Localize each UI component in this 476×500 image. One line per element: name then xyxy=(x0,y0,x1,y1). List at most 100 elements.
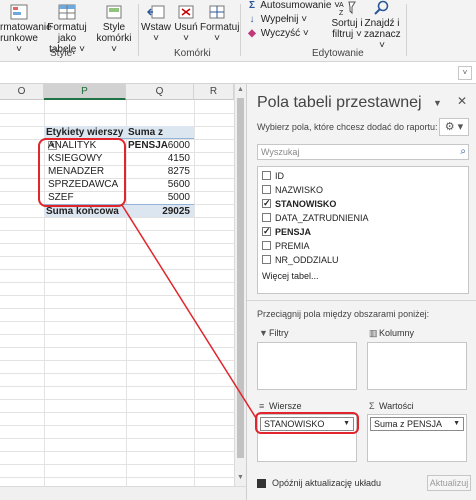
field-list: ID NAZWISKO ✓ STANOWISKO DATA_ZATRUDNIENIA ✓ P… xyxy=(257,166,469,294)
layout-settings-button[interactable]: ⚙ ▾ xyxy=(439,118,469,136)
field-item[interactable]: PREMIA xyxy=(262,240,310,252)
autosum-button[interactable]: Σ Autosumowanie ˅ xyxy=(246,0,340,11)
field-label: STANOWISKO xyxy=(275,199,337,209)
field-search-input[interactable]: Wyszukaj ⌕ xyxy=(257,144,469,160)
autosum-label: Autosumowanie ˅ xyxy=(260,0,341,11)
delete-button[interactable]: Usuń ˅ xyxy=(172,4,200,44)
defer-update-checkbox[interactable] xyxy=(257,479,266,489)
values-drop-area[interactable]: Suma z PENSJA ▼ xyxy=(367,414,467,462)
field-item[interactable]: ✓ PENSJA xyxy=(262,226,311,238)
expand-formula-bar-icon[interactable]: ˅ xyxy=(458,66,472,80)
field-item[interactable]: ✓ STANOWISKO xyxy=(262,198,336,210)
cell-styles-button[interactable]: Style komórki ˅ xyxy=(94,4,134,55)
column-header-q[interactable]: Q xyxy=(126,84,194,100)
grid-line xyxy=(0,438,234,439)
drag-hint: Przeciągnij pola między obszarami poniże… xyxy=(257,309,430,319)
find-select-button[interactable]: Znajdź i zaznacz ˅ xyxy=(364,0,401,51)
columns-drop-area[interactable] xyxy=(367,342,467,390)
sort-filter-label-1: Sortuj i xyxy=(331,18,363,29)
horizontal-scrollbar[interactable] xyxy=(0,486,246,500)
checkbox-icon[interactable] xyxy=(262,185,271,195)
cell-styles-icon xyxy=(106,5,122,19)
field-label: NAZWISKO xyxy=(275,185,324,195)
field-label: DATA_ZATRUDNIENIA xyxy=(275,213,369,223)
pane-options-icon[interactable]: ▼ xyxy=(433,98,442,108)
field-item[interactable]: NAZWISKO xyxy=(262,184,323,196)
values-field-pill[interactable]: Suma z PENSJA ▼ xyxy=(370,417,464,431)
magnifier-icon xyxy=(374,0,389,15)
rows-label-text: Wiersze xyxy=(269,401,302,411)
find-select-label-1: Znajdź i xyxy=(364,18,400,29)
pivot-row-value[interactable]: 4150 xyxy=(126,152,194,165)
ribbon-separator xyxy=(240,4,241,56)
format-button[interactable]: Formatuj ˅ xyxy=(200,4,239,44)
clear-label: Wyczyść ˅ xyxy=(260,28,309,39)
checked-checkbox-icon[interactable]: ✓ xyxy=(262,199,271,209)
grid-line xyxy=(0,321,234,322)
grid-line xyxy=(0,256,234,257)
defer-update-row[interactable]: Opóźnij aktualizację układu xyxy=(257,478,382,489)
insert-dropdown-icon: ˅ xyxy=(153,33,159,44)
checkbox-icon[interactable] xyxy=(262,241,271,251)
fill-label: Wypełnij ˅ xyxy=(260,14,308,25)
grid-line xyxy=(0,230,234,231)
pivot-row-value[interactable]: 5000 xyxy=(126,191,194,204)
pivot-row-value[interactable]: 8275 xyxy=(126,165,194,178)
svg-text:A: A xyxy=(339,2,344,9)
filters-drop-area[interactable] xyxy=(257,342,357,390)
scrollbar-thumb[interactable] xyxy=(237,98,244,458)
column-header-r[interactable]: R xyxy=(194,84,234,100)
pivot-value-header[interactable]: Suma z PENSJA xyxy=(126,126,194,151)
search-icon[interactable]: ⌕ xyxy=(460,145,466,159)
column-header-o[interactable]: O xyxy=(0,84,44,100)
field-item[interactable]: ID xyxy=(262,170,284,182)
column-header-p[interactable]: P xyxy=(44,84,126,100)
checked-checkbox-icon[interactable]: ✓ xyxy=(262,227,271,237)
style-group-label: Style xyxy=(50,48,73,59)
checkbox-icon[interactable] xyxy=(262,213,271,223)
grid-line xyxy=(0,308,234,309)
insert-cells-icon xyxy=(147,5,165,19)
sigma-icon: Σ xyxy=(369,401,375,411)
conditional-formatting-label-2: runkowe ˅ xyxy=(0,33,38,55)
scroll-up-icon[interactable]: ▲ xyxy=(235,84,246,95)
defer-update-label: Opóźnij aktualizację układu xyxy=(272,478,382,488)
rows-icon: ≡ xyxy=(259,401,265,411)
pivot-row-value[interactable]: 5600 xyxy=(126,178,194,191)
vertical-scrollbar[interactable]: ▲ ▼ xyxy=(234,84,246,486)
conditional-formatting-button[interactable]: rmatowanie runkowe ˅ xyxy=(0,4,52,55)
scroll-down-icon[interactable]: ▼ xyxy=(235,472,246,483)
delete-cells-icon xyxy=(178,5,194,19)
field-item[interactable]: DATA_ZATRUDNIENIA xyxy=(262,212,369,224)
update-button[interactable]: Aktualizuj xyxy=(427,475,471,491)
sort-filter-icon: AZ xyxy=(339,1,356,16)
filters-label-text: Filtry xyxy=(269,328,289,338)
field-item[interactable]: NR_ODDZIALU xyxy=(262,254,339,266)
insert-button[interactable]: Wstaw ˅ xyxy=(140,4,172,44)
cell-styles-label-2: komórki ˅ xyxy=(96,33,132,55)
format-cells-icon xyxy=(209,5,225,19)
formula-bar: ˅ xyxy=(0,62,476,84)
insert-label: Wstaw xyxy=(141,22,171,33)
filters-area-label: ▼Filtry xyxy=(259,328,289,338)
pivot-row-value[interactable]: 6000 xyxy=(126,139,194,152)
checkbox-icon[interactable] xyxy=(262,255,271,265)
grid-line xyxy=(0,451,234,452)
pivot-row-header-label: Etykiety wierszy xyxy=(46,127,124,138)
cells-group-label: Komórki xyxy=(174,48,211,59)
fill-button[interactable]: ↓ Wypełnij ˅ xyxy=(246,14,308,25)
pivot-total-value[interactable]: 29025 xyxy=(126,204,194,217)
sort-filter-button[interactable]: AZ Sortuj i filtruj ˅ xyxy=(330,0,364,40)
field-label: PENSJA xyxy=(275,227,312,237)
grid-line xyxy=(0,425,234,426)
close-icon[interactable]: ✕ xyxy=(457,94,467,108)
clear-button[interactable]: ◆ Wyczyść ˅ xyxy=(246,28,309,39)
format-label: Formatuj xyxy=(200,22,240,33)
more-tables-link[interactable]: Więcej tabel... xyxy=(262,271,319,281)
field-label: ID xyxy=(275,171,284,181)
pane-divider xyxy=(247,300,476,301)
grid-line xyxy=(0,282,234,283)
pill-dropdown-icon[interactable]: ▼ xyxy=(453,418,460,430)
checkbox-icon[interactable] xyxy=(262,171,271,181)
grid-line xyxy=(194,100,195,486)
